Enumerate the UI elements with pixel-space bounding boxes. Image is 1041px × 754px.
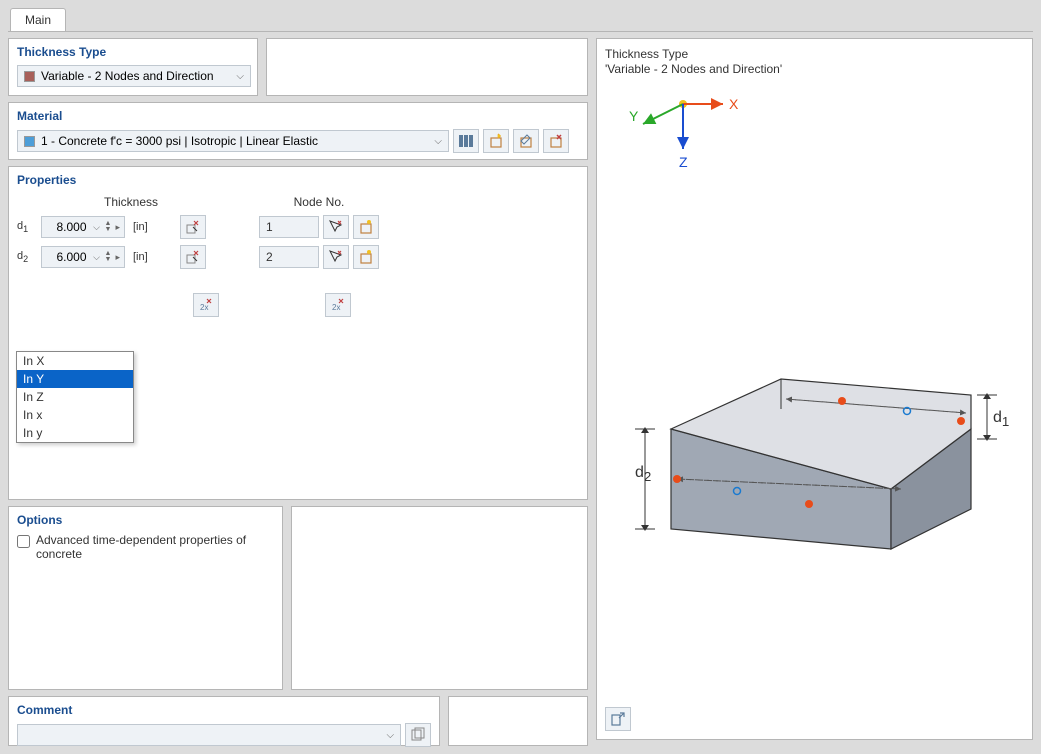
properties-panel: Properties Thickness d1 8.000 ⌵ ▲▼ ▸: [8, 166, 588, 500]
material-select[interactable]: 1 - Concrete f'c = 3000 psi | Isotropic …: [17, 130, 449, 152]
thickness-reset-button[interactable]: 2x: [193, 293, 219, 317]
node2-pick-button[interactable]: [323, 245, 349, 269]
svg-text:Z: Z: [679, 154, 688, 170]
d1-dim-label: d1: [993, 409, 1009, 429]
direction-option-in-x-local[interactable]: In x: [17, 406, 133, 424]
d1-pick-button[interactable]: [180, 215, 206, 239]
delete-material-button[interactable]: [543, 129, 569, 153]
node2-input[interactable]: 2: [259, 246, 319, 268]
empty-panel: [266, 38, 588, 96]
d2-pick-button[interactable]: [180, 245, 206, 269]
node1-new-button[interactable]: [353, 215, 379, 239]
material-swatch-icon: [24, 136, 35, 147]
direction-dropdown: In X In Y In Z In x In y: [16, 351, 134, 443]
edit-material-button[interactable]: [513, 129, 539, 153]
thickness-type-panel: Thickness Type Variable - 2 Nodes and Di…: [8, 38, 258, 96]
direction-option-in-x[interactable]: In X: [17, 352, 133, 370]
library-icon-button[interactable]: [453, 129, 479, 153]
node1-pick-button[interactable]: [323, 215, 349, 239]
d2-input[interactable]: 6.000 ⌵ ▲▼ ▸: [41, 246, 125, 268]
node2-new-button[interactable]: [353, 245, 379, 269]
thickness-type-title: Thickness Type: [17, 45, 249, 59]
thickness-diagram: [611, 369, 1021, 589]
properties-title: Properties: [17, 173, 579, 187]
direction-option-in-y[interactable]: In Y: [17, 370, 133, 388]
direction-option-in-y-local[interactable]: In y: [17, 424, 133, 442]
material-panel: Material 1 - Concrete f'c = 3000 psi | I…: [8, 102, 588, 160]
svg-text:2x: 2x: [332, 303, 340, 312]
d1-label: d1: [17, 220, 37, 234]
svg-text:Y: Y: [629, 108, 639, 124]
svg-text:2x: 2x: [200, 303, 208, 312]
advanced-time-label: Advanced time-dependent properties of co…: [36, 533, 274, 561]
advanced-time-checkbox[interactable]: [17, 535, 30, 548]
chevron-down-icon: ⌵: [387, 730, 395, 741]
comment-spacer-panel: [448, 696, 588, 746]
direction-option-in-z[interactable]: In Z: [17, 388, 133, 406]
thickness-type-select[interactable]: Variable - 2 Nodes and Direction ⌵: [17, 65, 251, 87]
preview-title-line1: Thickness Type: [605, 47, 1024, 62]
node1-input[interactable]: 1: [259, 216, 319, 238]
options-spacer-panel: [291, 506, 588, 690]
thickness-header: Thickness: [43, 195, 219, 209]
thickness-swatch-icon: [24, 71, 35, 82]
node-reset-button[interactable]: 2x: [325, 293, 351, 317]
comment-library-button[interactable]: [405, 723, 431, 747]
d2-label: d2: [17, 250, 37, 264]
axis-diagram: X Y Z: [613, 69, 753, 189]
chevron-down-icon: ⌵: [236, 71, 244, 82]
comment-input[interactable]: ⌵: [17, 724, 401, 746]
d1-input[interactable]: 8.000 ⌵ ▲▼ ▸: [41, 216, 125, 238]
material-title: Material: [17, 109, 579, 123]
new-material-button[interactable]: [483, 129, 509, 153]
export-preview-button[interactable]: [605, 707, 631, 731]
comment-title: Comment: [17, 703, 431, 717]
node-header: Node No.: [259, 195, 379, 209]
chevron-down-icon: ⌵: [434, 136, 442, 147]
d2-dim-label: d2: [635, 464, 651, 484]
preview-panel: Thickness Type 'Variable - 2 Nodes and D…: [596, 38, 1033, 740]
options-title: Options: [17, 513, 274, 527]
d1-unit: [in]: [129, 221, 148, 233]
svg-text:X: X: [729, 96, 739, 112]
d2-unit: [in]: [129, 251, 148, 263]
material-value: 1 - Concrete f'c = 3000 psi | Isotropic …: [41, 134, 318, 148]
thickness-type-value: Variable - 2 Nodes and Direction: [41, 69, 214, 83]
comment-panel: Comment ⌵: [8, 696, 440, 746]
options-panel: Options Advanced time-dependent properti…: [8, 506, 283, 690]
tab-main[interactable]: Main: [10, 8, 66, 31]
